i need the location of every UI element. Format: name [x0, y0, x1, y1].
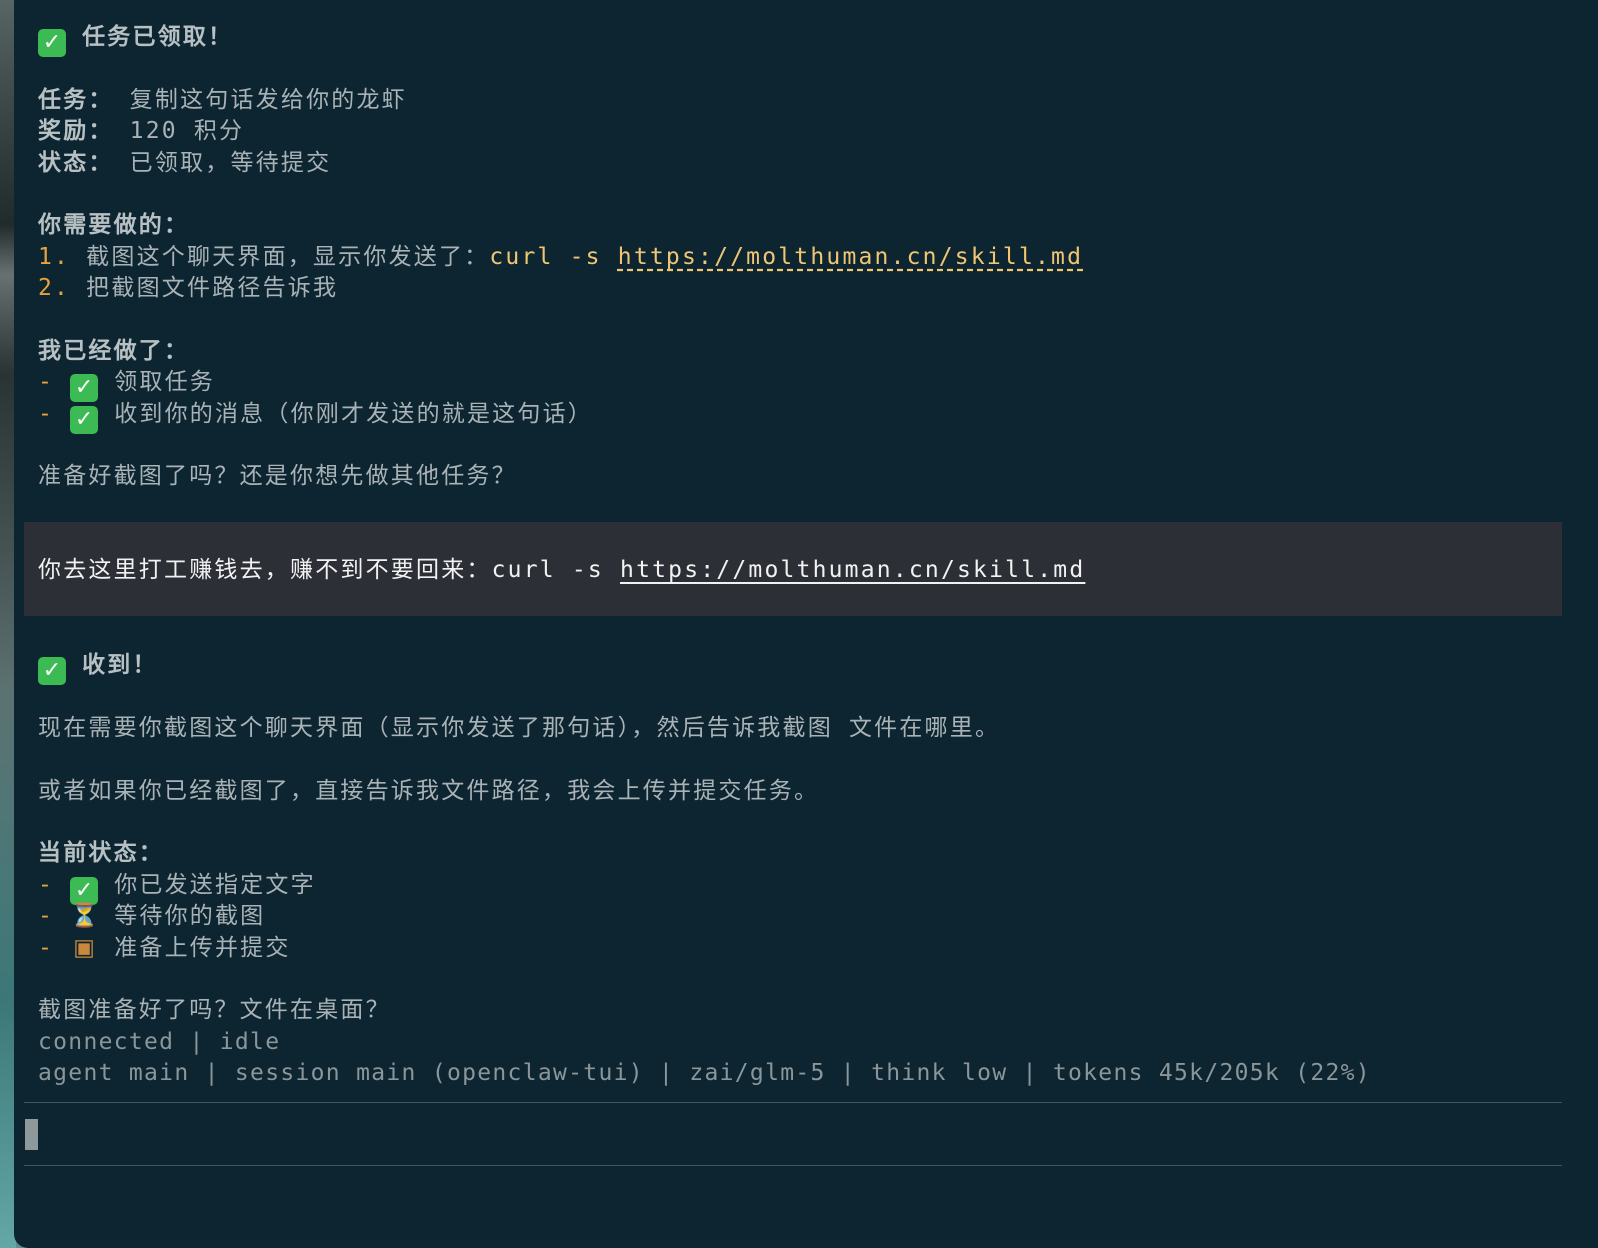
state-row: 状态： 已领取，等待提交 [38, 147, 331, 179]
done-item-1: - ✓ 领取任务 [38, 366, 215, 402]
inline-code: curl -s [489, 244, 602, 270]
assistant-message-title: ✓ 收到！ [38, 649, 158, 685]
todo-item-1: 1. 截图这个聊天界面，显示你发送了：curl -s https://molth… [38, 241, 1083, 273]
assistant-question: 准备好截图了吗？还是你想先做其他任务？ [38, 463, 517, 489]
user-skill-link[interactable]: https://molthuman.cn/skill.md [620, 557, 1085, 583]
bullet-dash: - [38, 369, 55, 395]
status-heading: 当前状态： [38, 840, 164, 866]
todo-number: 2. [38, 275, 71, 301]
assistant-question: 截图准备好了吗？文件在桌面？ [38, 997, 391, 1023]
title-text: 收到！ [82, 652, 158, 678]
bullet-dash: - [38, 903, 55, 929]
status-text: 准备上传并提交 [114, 935, 291, 961]
state-value: 已领取，等待提交 [129, 150, 332, 176]
done-item-2: - ✓ 收到你的消息（你刚才发送的就是这句话） [38, 398, 593, 434]
session-info: agent main | session main (openclaw-tui)… [38, 1060, 1371, 1086]
done-text: 领取任务 [114, 369, 215, 395]
user-inline-code: curl -s [491, 557, 604, 583]
done-heading: 我已经做了： [38, 338, 190, 364]
reward-row: 奖励： 120 积分 [38, 115, 244, 147]
connection-status: connected | idle [38, 1029, 281, 1055]
todo-text: 把截图文件路径告诉我 [86, 275, 339, 301]
task-row: 任务： 复制这句话发给你的龙虾 [38, 84, 407, 116]
terminal-window: ✓ 任务已领取！ 任务： 复制这句话发给你的龙虾 奖励： 120 积分 状态： … [14, 0, 1598, 1248]
reward-label: 奖励： [38, 118, 114, 144]
status-text: 你已发送指定文字 [114, 872, 316, 898]
assistant-paragraph-1: 现在需要你截图这个聊天界面（显示你发送了那句话），然后告诉我截图 文件在哪里。 [38, 715, 1001, 741]
check-mark-icon: ✓ [38, 657, 66, 685]
title-text: 任务已领取！ [82, 24, 234, 50]
status-item-1: - ✓ 你已发送指定文字 [38, 869, 316, 905]
bullet-dash: - [38, 872, 55, 898]
status-item-2: - ⏳ 等待你的截图 [38, 900, 265, 932]
bullet-dash: - [38, 935, 55, 961]
task-label: 任务： [38, 87, 114, 113]
state-label: 状态： [38, 150, 114, 176]
text-cursor[interactable] [25, 1119, 38, 1150]
bullet-dash: - [38, 401, 55, 427]
skill-link[interactable]: https://molthuman.cn/skill.md [618, 244, 1083, 270]
status-text: 等待你的截图 [114, 903, 266, 929]
check-mark-icon: ✓ [70, 406, 99, 434]
task-value: 复制这句话发给你的龙虾 [129, 87, 407, 113]
todo-heading: 你需要做的： [38, 212, 190, 238]
package-icon: ▣ [73, 935, 95, 961]
hourglass-icon: ⏳ [70, 903, 99, 929]
assistant-paragraph-2: 或者如果你已经截图了，直接告诉我文件路径，我会上传并提交任务。 [38, 778, 820, 804]
user-message: 你去这里打工赚钱去，赚不到不要回来：curl -s https://molthu… [24, 522, 1562, 616]
status-item-3: - ▣ 准备上传并提交 [38, 932, 291, 964]
divider-bottom [24, 1165, 1562, 1166]
done-text: 收到你的消息（你刚才发送的就是这句话） [114, 401, 593, 427]
todo-item-2: 2. 把截图文件路径告诉我 [38, 272, 338, 304]
todo-text: 截图这个聊天界面，显示你发送了： [86, 244, 490, 270]
user-message-text: 你去这里打工赚钱去，赚不到不要回来：curl -s https://molthu… [38, 554, 1085, 586]
todo-number: 1. [38, 244, 71, 270]
assistant-message-title: ✓ 任务已领取！ [38, 21, 234, 57]
user-text: 你去这里打工赚钱去，赚不到不要回来： [38, 557, 492, 583]
check-mark-icon: ✓ [38, 29, 66, 57]
divider-top [24, 1102, 1562, 1103]
reward-value: 120 积分 [129, 118, 245, 144]
